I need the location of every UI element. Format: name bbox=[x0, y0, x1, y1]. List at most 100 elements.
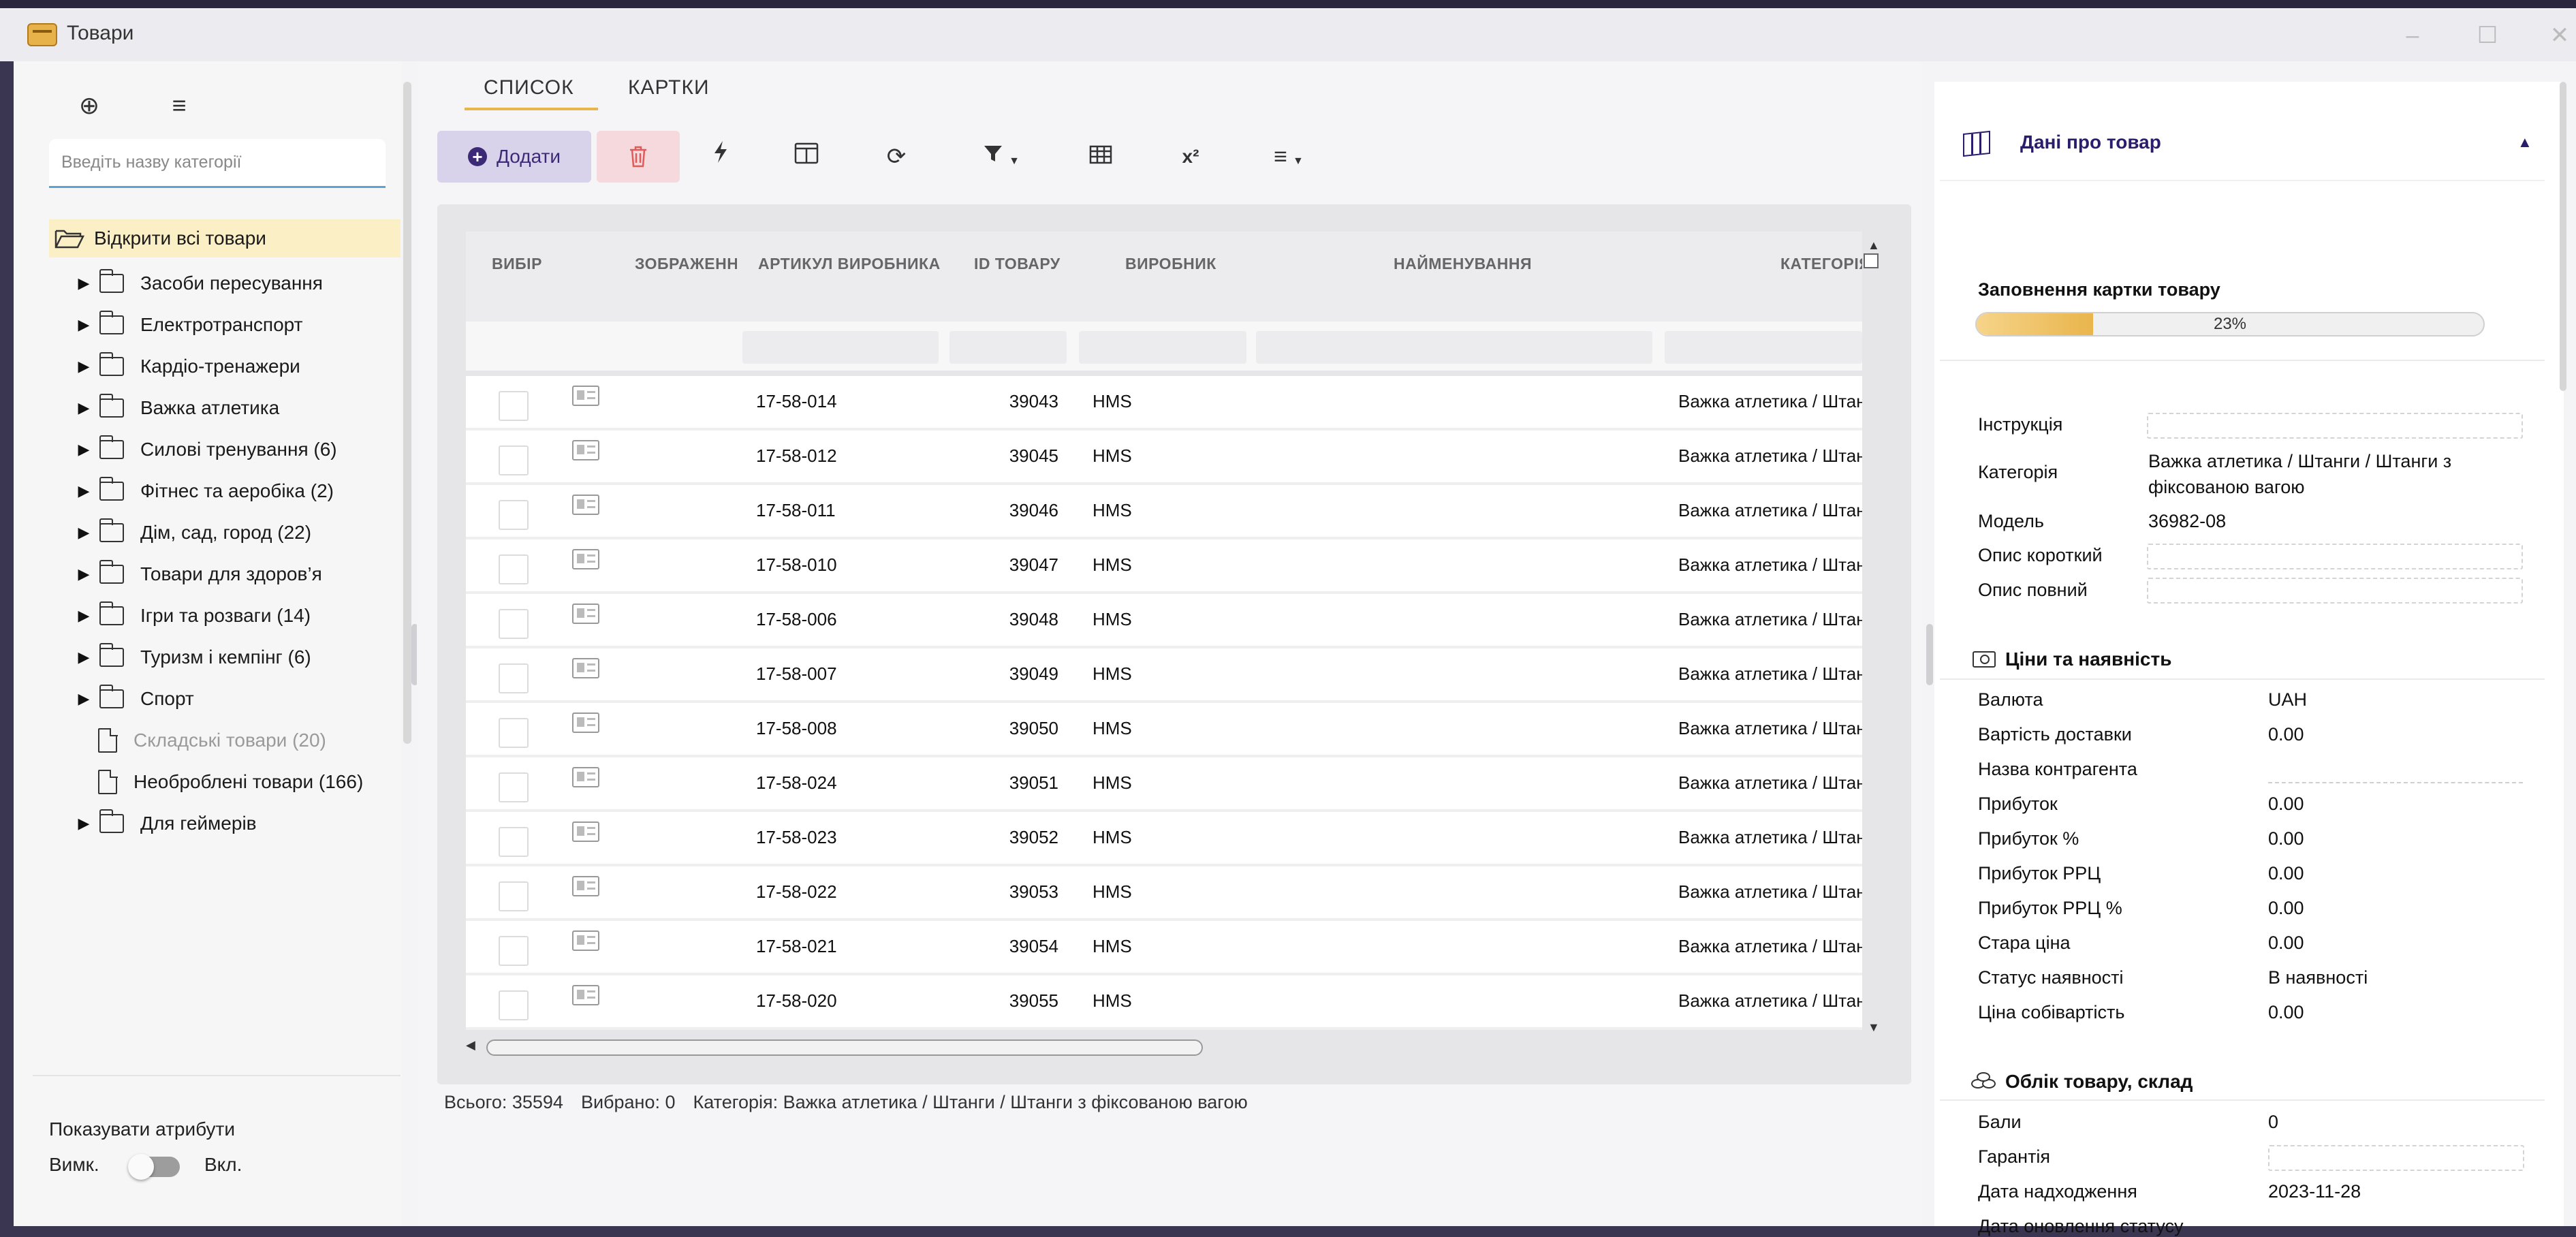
col-name[interactable]: НАЙМЕНУВАННЯ bbox=[1394, 255, 1532, 273]
details-scrollbar[interactable] bbox=[2560, 82, 2566, 391]
sidebar-item[interactable]: ▶ Електротранспорт bbox=[76, 306, 302, 344]
attributes-toggle[interactable] bbox=[128, 1154, 180, 1180]
expand-caret-icon[interactable]: ▶ bbox=[76, 815, 91, 832]
row-checkbox[interactable] bbox=[499, 663, 529, 693]
short-desc-field[interactable] bbox=[2147, 544, 2523, 569]
tab-cards[interactable]: КАРТКИ bbox=[628, 76, 710, 99]
row-checkbox[interactable] bbox=[499, 990, 529, 1020]
table-settings-icon[interactable] bbox=[1080, 136, 1121, 177]
cell-manufacturer: HMS bbox=[1093, 554, 1132, 575]
row-checkbox[interactable] bbox=[499, 391, 529, 421]
filter-article-input[interactable] bbox=[742, 331, 939, 364]
row-checkbox[interactable] bbox=[499, 827, 529, 857]
sidebar-item[interactable]: ▶ Засоби пересування bbox=[76, 264, 323, 302]
expand-caret-icon[interactable]: ▶ bbox=[76, 482, 91, 500]
row-checkbox[interactable] bbox=[499, 772, 529, 802]
col-product-id[interactable]: ID ТОВАРУ bbox=[974, 255, 1061, 273]
col-select[interactable]: ВИБІР bbox=[492, 255, 542, 273]
table-row[interactable]: 17-58-011 39046 HMS Важка атлетика / Штанги bbox=[466, 485, 1862, 539]
scroll-up-arrow[interactable]: ▲ bbox=[1868, 238, 1880, 253]
open-all-products[interactable]: Відкрити всі товари bbox=[54, 219, 266, 257]
sidebar-item[interactable]: Необроблені товари (166) bbox=[98, 763, 363, 801]
price-field-empty[interactable] bbox=[2268, 782, 2523, 783]
sidebar-item[interactable]: ▶ Силові тренування (6) bbox=[76, 430, 337, 469]
minimize-icon[interactable]: – bbox=[2398, 20, 2428, 50]
lightning-icon[interactable] bbox=[700, 136, 741, 177]
add-category-icon[interactable]: ⊕ bbox=[72, 89, 106, 123]
expand-caret-icon[interactable]: ▶ bbox=[76, 565, 91, 583]
filter-dropdown-icon[interactable]: ▼ bbox=[974, 136, 1028, 177]
table-row[interactable]: 17-58-008 39050 HMS Важка атлетика / Штанги bbox=[466, 703, 1862, 757]
table-row[interactable]: 17-58-024 39051 HMS Важка атлетика / Штанги bbox=[466, 757, 1862, 812]
refresh-icon[interactable]: ⟳ bbox=[876, 136, 917, 177]
expand-caret-icon[interactable]: ▶ bbox=[76, 399, 91, 417]
superscript-icon[interactable]: x² bbox=[1170, 136, 1211, 177]
instruction-field[interactable] bbox=[2147, 413, 2523, 439]
sidebar-scrollbar[interactable] bbox=[403, 82, 411, 744]
table-row[interactable]: 17-58-007 39049 HMS Важка атлетика / Штанги bbox=[466, 648, 1862, 703]
col-manufacturer[interactable]: ВИРОБНИК bbox=[1125, 255, 1216, 273]
expand-caret-icon[interactable]: ▶ bbox=[76, 275, 91, 292]
col-image[interactable]: ЗОБРАЖЕННЯ bbox=[635, 255, 737, 273]
sidebar-item[interactable]: ▶ Туризм і кемпінг (6) bbox=[76, 638, 311, 676]
image-placeholder-icon bbox=[572, 767, 599, 787]
expand-caret-icon[interactable]: ▶ bbox=[76, 607, 91, 625]
sidebar-item[interactable]: ▶ Кардіо-тренажери bbox=[76, 347, 300, 386]
sidebar-item[interactable]: ▶ Фітнес та аеробіка (2) bbox=[76, 472, 334, 510]
expand-caret-icon[interactable]: ▶ bbox=[76, 524, 91, 542]
product-data-header[interactable]: Дані про товар bbox=[2020, 131, 2161, 153]
column-chooser-checkbox[interactable] bbox=[1864, 253, 1879, 268]
row-checkbox[interactable] bbox=[499, 718, 529, 748]
expand-caret-icon[interactable]: ▶ bbox=[76, 441, 91, 458]
table-row[interactable]: 17-58-022 39053 HMS Важка атлетика / Штанги bbox=[466, 866, 1862, 921]
delete-button[interactable] bbox=[597, 131, 680, 183]
tab-list[interactable]: СПИСОК bbox=[484, 76, 574, 99]
col-category[interactable]: КАТЕГОРІЯ bbox=[1780, 255, 1862, 273]
cell-product-id: 39055 bbox=[1009, 990, 1058, 1011]
maximize-icon[interactable]: ☐ bbox=[2472, 20, 2502, 50]
sidebar-item[interactable]: ▶ Ігри та розваги (14) bbox=[76, 597, 311, 635]
table-row[interactable]: 17-58-006 39048 HMS Важка атлетика / Штанги bbox=[466, 594, 1862, 648]
sidebar-item[interactable]: ▶ Важка атлетика bbox=[76, 389, 279, 427]
add-button[interactable]: + Додати bbox=[437, 131, 591, 183]
collapse-arrow-icon[interactable]: ▲ bbox=[2517, 134, 2532, 151]
table-row[interactable]: 17-58-014 39043 HMS Важка атлетика / Штанги bbox=[466, 376, 1862, 430]
expand-caret-icon[interactable]: ▶ bbox=[76, 648, 91, 666]
sidebar-item[interactable]: Складські товари (20) bbox=[98, 721, 326, 760]
warranty-field[interactable] bbox=[2268, 1145, 2524, 1171]
sidebar-item[interactable]: ▶ Спорт bbox=[76, 680, 194, 718]
scroll-down-arrow[interactable]: ▼ bbox=[1868, 1020, 1880, 1035]
filter-manufacturer-input[interactable] bbox=[1079, 331, 1246, 364]
table-row[interactable]: 17-58-020 39055 HMS Важка атлетика / Штанги bbox=[466, 975, 1862, 1030]
row-checkbox[interactable] bbox=[499, 881, 529, 911]
category-search-input[interactable] bbox=[49, 139, 386, 188]
row-checkbox[interactable] bbox=[499, 500, 529, 530]
full-desc-field[interactable] bbox=[2147, 578, 2523, 604]
row-checkbox[interactable] bbox=[499, 445, 529, 475]
close-icon[interactable]: ✕ bbox=[2545, 20, 2575, 50]
table-row[interactable]: 17-58-012 39045 HMS Важка атлетика / Штанги bbox=[466, 430, 1862, 485]
row-checkbox[interactable] bbox=[499, 609, 529, 639]
right-splitter-handle[interactable] bbox=[1926, 624, 1933, 685]
price-field-label: Валюта bbox=[1978, 689, 2043, 710]
expand-caret-icon[interactable]: ▶ bbox=[76, 690, 91, 708]
scroll-left-arrow[interactable]: ◀ bbox=[466, 1038, 475, 1052]
sidebar-item[interactable]: ▶ Для геймерів bbox=[76, 804, 257, 843]
horizontal-scrollbar[interactable] bbox=[486, 1039, 1203, 1056]
table-row[interactable]: 17-58-021 39054 HMS Важка атлетика / Штанги bbox=[466, 921, 1862, 975]
row-checkbox[interactable] bbox=[499, 936, 529, 966]
table-row[interactable]: 17-58-010 39047 HMS Важка атлетика / Штанги bbox=[466, 539, 1862, 594]
sidebar-item[interactable]: ▶ Дім, сад, город (22) bbox=[76, 514, 311, 552]
table-row[interactable]: 17-58-023 39052 HMS Важка атлетика / Штанги bbox=[466, 812, 1862, 866]
filter-category-input[interactable] bbox=[1665, 331, 1862, 364]
expand-caret-icon[interactable]: ▶ bbox=[76, 316, 91, 334]
sidebar-item[interactable]: ▶ Товари для здоров’я bbox=[76, 555, 322, 593]
split-view-icon[interactable] bbox=[786, 136, 827, 177]
col-article[interactable]: АРТИКУЛ ВИРОБНИКА bbox=[758, 255, 941, 273]
expand-caret-icon[interactable]: ▶ bbox=[76, 358, 91, 375]
list-menu-dropdown-icon[interactable]: ≡ ▼ bbox=[1261, 136, 1316, 177]
filter-name-input[interactable] bbox=[1256, 331, 1652, 364]
filter-id-input[interactable] bbox=[949, 331, 1067, 364]
menu-icon[interactable]: ≡ bbox=[162, 89, 196, 123]
row-checkbox[interactable] bbox=[499, 554, 529, 584]
